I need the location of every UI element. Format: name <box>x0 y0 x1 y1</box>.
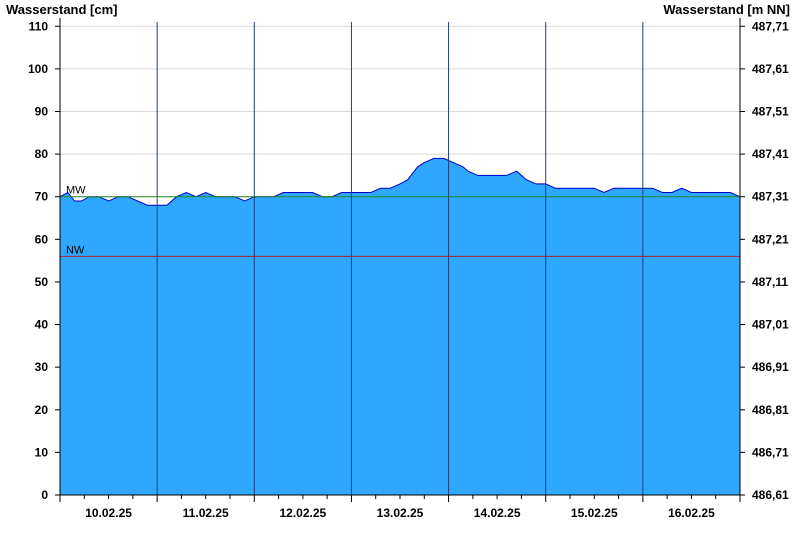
x-tick-label: 14.02.25 <box>474 506 521 520</box>
y-right-tick-label: 486,91 <box>752 360 789 374</box>
y-left-tick-label: 100 <box>28 62 48 76</box>
reference-label-mw: MW <box>66 185 86 197</box>
y-left-tick-label: 110 <box>29 19 49 33</box>
y-right-tick-label: 487,61 <box>752 62 789 76</box>
y-left-tick-label: 40 <box>35 318 49 332</box>
y-left-tick-label: 60 <box>35 232 49 246</box>
x-tick-label: 16.02.25 <box>668 506 715 520</box>
water-level-chart: MW NW 0 10 20 30 40 50 60 70 80 90 100 110 486,61 486,7… <box>6 2 790 520</box>
y-right-tick-label: 486,81 <box>752 403 789 417</box>
plot-layer: MW NW 0 10 20 30 40 50 60 70 80 90 100 110 486,61 486,7… <box>28 18 789 520</box>
y-right-axis-title: Wasserstand [m NN] <box>663 2 790 17</box>
y-left-tick-label: 50 <box>35 275 49 289</box>
y-left-tick-label: 90 <box>35 104 49 118</box>
x-tick-label: 11.02.25 <box>183 506 229 520</box>
y-right-tick-label: 487,51 <box>752 104 789 118</box>
y-right-tick-label: 487,31 <box>752 190 789 204</box>
y-right-tick-label: 487,21 <box>752 232 789 246</box>
y-left-tick-label: 70 <box>35 190 49 204</box>
x-tick-label: 15.02.25 <box>571 506 618 520</box>
y-right-tick-label: 487,11 <box>752 275 788 289</box>
y-right-tick-label: 486,71 <box>752 445 789 459</box>
water-level-area <box>60 158 740 495</box>
y-right-tick-label: 486,61 <box>752 488 789 502</box>
y-left-tick-label: 30 <box>35 360 49 374</box>
y-right-tick-label: 487,01 <box>752 318 789 332</box>
y-left-tick-label: 0 <box>41 488 48 502</box>
y-right-tick-label: 487,71 <box>752 19 789 33</box>
y-right-tick-label: 487,41 <box>752 147 789 161</box>
reference-label-nw: NW <box>66 244 85 256</box>
y-left-tick-label: 10 <box>35 445 49 459</box>
x-tick-label: 12.02.25 <box>279 506 326 520</box>
y-left-tick-label: 80 <box>35 147 49 161</box>
x-tick-label: 10.02.25 <box>85 506 132 520</box>
y-left-tick-label: 20 <box>35 403 49 417</box>
x-tick-label: 13.02.25 <box>377 506 424 520</box>
y-left-axis-title: Wasserstand [cm] <box>6 2 118 17</box>
